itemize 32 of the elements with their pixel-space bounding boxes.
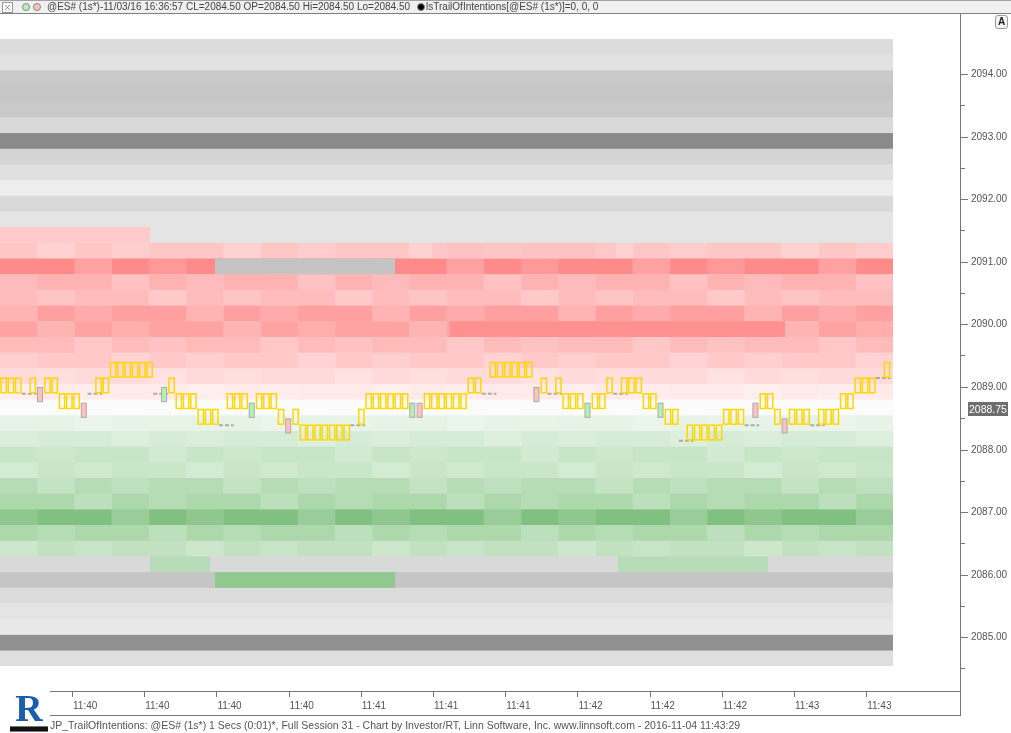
- time-label: 11:40: [217, 700, 242, 711]
- close-icon: [3, 2, 12, 12]
- time-label: 11:42: [650, 700, 675, 711]
- logo-letter: R: [15, 691, 43, 725]
- indicator-values: lsTrailOfIntentions[@ES# (1s*)]=0, 0, 0: [426, 1, 599, 13]
- price-label: 2086.00: [971, 568, 1008, 581]
- price-label: 2091.00: [971, 255, 1008, 268]
- time-label: 11:43: [795, 700, 820, 711]
- last-price-tag: 2088.75: [968, 402, 1008, 416]
- chart-footer: JP_TrailOfIntentions: @ES# (1s*) 1 Secs (0:01)*, Full Session 31 - Chart by Investor/RT, Linn Software, Inc. www.linnsoft.com - 2016-11-04 11:43:29: [50, 716, 1011, 731]
- price-label: 2090.00: [971, 318, 1008, 331]
- time-label: 11:40: [145, 700, 170, 711]
- time-label: 11:43: [867, 700, 892, 711]
- time-label: 11:40: [73, 700, 98, 711]
- time-label: 11:41: [434, 700, 459, 711]
- price-label: 2088.00: [971, 443, 1008, 456]
- indicator-dot-icon: [417, 3, 426, 11]
- price-label: 2085.00: [971, 631, 1008, 644]
- autoscale-button[interactable]: A: [995, 15, 1008, 29]
- time-label: 11:40: [289, 700, 314, 711]
- price-label: 2093.00: [971, 130, 1008, 143]
- price-label: 2094.00: [971, 68, 1008, 80]
- time-label: 11:41: [506, 700, 531, 711]
- price-label: 2089.00: [971, 381, 1008, 393]
- time-label: 11:41: [361, 700, 387, 711]
- close-button[interactable]: [2, 1, 13, 13]
- time-label: 11:42: [722, 700, 748, 711]
- price-label: 2087.00: [971, 506, 1008, 519]
- time-label: 11:42: [578, 700, 603, 711]
- logo-stripe: [10, 726, 48, 732]
- quote-status: @ES# (1s*)-11/03/16 16:36:57 CL=2084.50 OP=2084.50 Hi=2084.50 Lo=2084.50: [47, 1, 411, 13]
- price-label: 2092.00: [971, 193, 1008, 206]
